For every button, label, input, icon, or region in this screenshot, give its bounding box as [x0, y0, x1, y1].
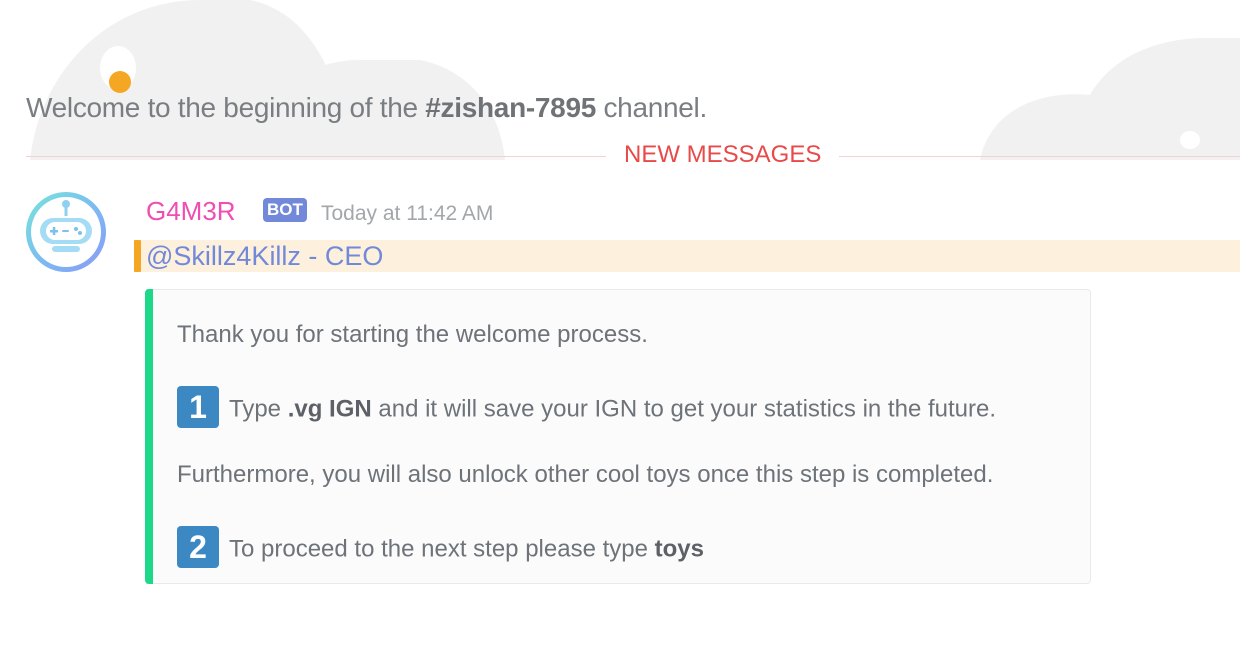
message-embed: Thank you for starting the welcome proce… — [145, 289, 1091, 584]
background-decoration — [0, 0, 1240, 160]
user-mention[interactable]: @Skillz4Killz - CEO — [146, 240, 383, 272]
embed-step-2: 2 To proceed to the next step please type… — [177, 526, 704, 571]
robot-gamepad-icon — [40, 200, 92, 252]
bot-tag: BOT — [263, 198, 307, 222]
new-messages-label: NEW MESSAGES — [606, 141, 840, 169]
welcome-suffix: channel. — [603, 92, 707, 123]
channel-welcome-text: Welcome to the beginning of the #zishan-… — [26, 92, 707, 124]
step-1-prefix: Type — [229, 395, 282, 423]
message-timestamp: Today at 11:42 AM — [321, 202, 494, 225]
mention-indicator-bar — [134, 240, 141, 272]
step-2-prefix: To proceed to the next step please type — [229, 535, 648, 563]
step-1-command: .vg IGN — [287, 395, 372, 423]
avatar[interactable] — [26, 192, 106, 272]
keycap-two-icon: 2 — [177, 526, 219, 568]
embed-note: Furthermore, you will also unlock other … — [177, 461, 994, 488]
welcome-prefix: Welcome to the beginning of the — [26, 92, 418, 123]
embed-intro: Thank you for starting the welcome proce… — [177, 321, 648, 348]
channel-name: #zishan-7895 — [425, 92, 596, 123]
step-1-suffix: and it will save your IGN to get your st… — [378, 395, 996, 423]
embed-accent-bar — [145, 289, 153, 584]
mention-highlight: @Skillz4Killz - CEO — [134, 240, 1240, 272]
username[interactable]: G4M3R — [146, 196, 236, 227]
step-2-command: toys — [654, 535, 704, 563]
embed-step-1: 1 Type .vg IGN and it will save your IGN … — [177, 386, 996, 431]
keycap-one-icon: 1 — [177, 386, 219, 428]
